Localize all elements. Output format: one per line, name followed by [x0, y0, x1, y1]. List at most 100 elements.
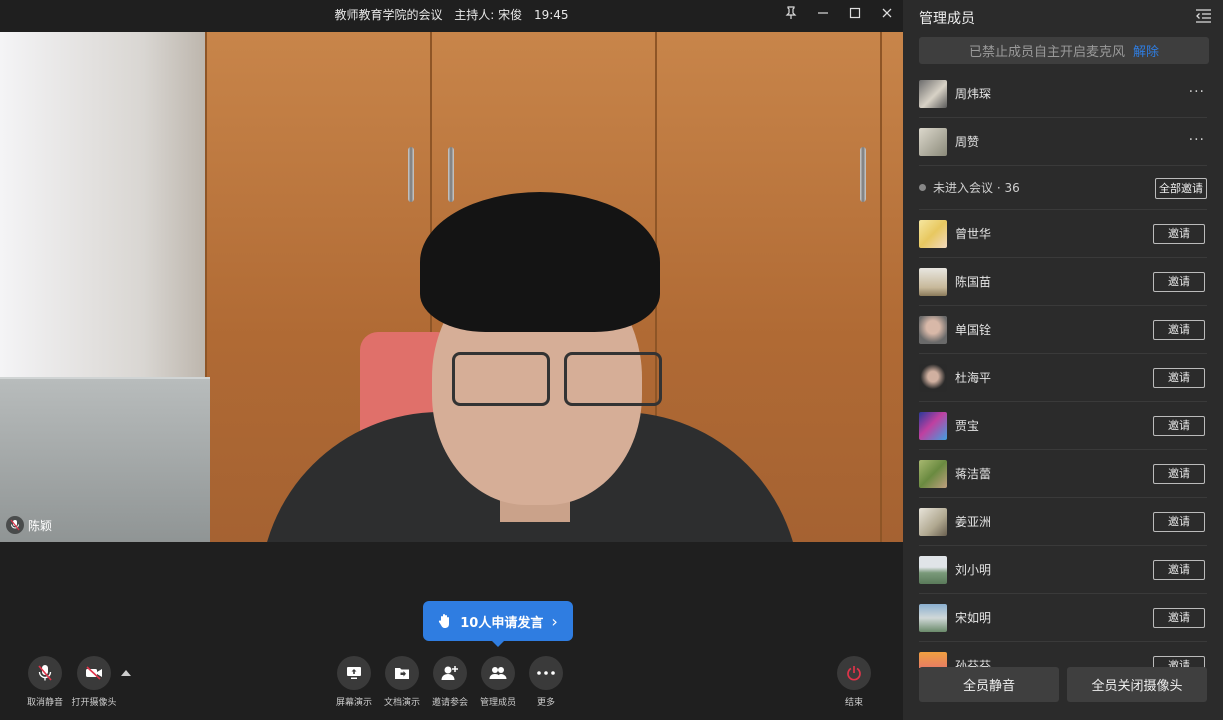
- video-cabinet: [880, 32, 903, 542]
- open-camera-button[interactable]: 打开摄像头: [70, 656, 118, 708]
- invite-member-button[interactable]: 邀请: [1153, 320, 1205, 340]
- more-button[interactable]: 更多: [522, 656, 570, 708]
- unmute-label: 取消静音: [26, 698, 63, 708]
- pending-member-row: 姜亚洲 邀请: [919, 498, 1207, 546]
- title-bar: 教师教育学院的会议 主持人: 宋俊 19:45: [0, 0, 903, 32]
- power-icon: [837, 656, 871, 690]
- close-icon[interactable]: [871, 0, 903, 26]
- more-options-icon[interactable]: ···: [1189, 84, 1205, 100]
- manage-members-label: 管理成员: [479, 698, 516, 708]
- minimize-icon[interactable]: [807, 0, 839, 26]
- member-name: 蒋洁蕾: [955, 467, 992, 481]
- pending-member-row: 陈国苗 邀请: [919, 258, 1207, 306]
- camera-options-caret-icon[interactable]: [121, 670, 131, 676]
- more-dots-icon: [529, 656, 563, 690]
- pending-member-row: 杜海平 邀请: [919, 354, 1207, 402]
- manage-members-button[interactable]: 管理成员: [474, 656, 522, 708]
- invite-member-button[interactable]: 邀请: [1153, 512, 1205, 532]
- member-name: 刘小明: [955, 563, 992, 577]
- member-name: 杜海平: [955, 371, 992, 385]
- avatar: [919, 267, 947, 296]
- avatar: [919, 411, 947, 440]
- avatar: [919, 603, 947, 632]
- member-row[interactable]: 周赞 ···: [919, 118, 1207, 166]
- panel-title: 管理成员: [919, 11, 975, 27]
- mic-restriction-banner: 已禁止成员自主开启麦克风 解除: [919, 37, 1209, 64]
- invite-member-button[interactable]: 邀请: [1153, 224, 1205, 244]
- avatar: [919, 555, 947, 584]
- avatar: [919, 127, 947, 156]
- invite-all-button[interactable]: 全部邀请: [1155, 178, 1207, 199]
- unmute-button[interactable]: 取消静音: [21, 656, 69, 708]
- members-icon: [481, 656, 515, 690]
- meeting-main-area: 教师教育学院的会议 主持人: 宋俊 19:45 陈颖 10人申请发言 › 取消静…: [0, 0, 903, 720]
- maximize-icon[interactable]: [839, 0, 871, 26]
- cabinet-handle: [860, 147, 866, 202]
- members-list: 周炜琛 ··· 周赞 ··· 未进入会议 · 36 全部邀请 曾世华 邀请 陈国…: [919, 70, 1207, 668]
- member-row[interactable]: 周炜琛 ···: [919, 70, 1207, 118]
- invite-member-button[interactable]: 邀请: [1153, 368, 1205, 388]
- doc-share-button[interactable]: 文档演示: [378, 656, 426, 708]
- open-camera-label: 打开摄像头: [71, 698, 117, 708]
- collapse-panel-icon[interactable]: [1195, 8, 1213, 24]
- avatar: [919, 315, 947, 344]
- invite-member-button[interactable]: 邀请: [1153, 272, 1205, 292]
- avatar: [919, 507, 947, 536]
- video-person-glasses: [452, 352, 662, 406]
- not-joined-section: 未进入会议 · 36 全部邀请: [919, 166, 1207, 210]
- invite-button[interactable]: 邀请参会: [426, 656, 474, 708]
- mute-all-button[interactable]: 全员静音: [919, 667, 1059, 702]
- end-meeting-button[interactable]: 结束: [830, 656, 878, 708]
- screen-share-icon: [337, 656, 371, 690]
- members-panel: 管理成员 已禁止成员自主开启麦克风 解除 周炜琛 ··· 周赞 ··· 未进入会…: [903, 0, 1223, 720]
- end-label: 结束: [844, 698, 863, 708]
- unlock-link[interactable]: 解除: [1133, 41, 1159, 60]
- invite-member-button[interactable]: 邀请: [1153, 416, 1205, 436]
- avatar: [919, 363, 947, 392]
- member-name: 周炜琛: [955, 87, 992, 101]
- pending-member-row: 刘小明 邀请: [919, 546, 1207, 594]
- not-joined-label: 未进入会议 · 36: [933, 181, 1020, 195]
- video-person-hair: [420, 192, 660, 332]
- share-screen-button[interactable]: 屏幕演示: [330, 656, 378, 708]
- avatar: [919, 79, 947, 108]
- hand-icon: [439, 614, 450, 628]
- speaker-tag: 陈颖: [6, 514, 52, 536]
- invite-member-button[interactable]: 邀请: [1153, 464, 1205, 484]
- chevron-right-icon: ›: [551, 611, 558, 631]
- member-name: 单国铨: [955, 323, 992, 337]
- raise-hand-requests-button[interactable]: 10人申请发言 ›: [423, 601, 573, 647]
- pending-member-row: 宋如明 邀请: [919, 594, 1207, 642]
- avatar: [919, 651, 947, 668]
- meeting-title: 教师教育学院的会议: [334, 8, 443, 22]
- video-feed: 陈颖: [0, 32, 903, 542]
- doc-share-label: 文档演示: [383, 698, 420, 708]
- mic-muted-icon: [6, 516, 24, 534]
- camera-off-icon: [77, 656, 111, 690]
- more-options-icon[interactable]: ···: [1189, 132, 1205, 148]
- pending-member-row: 孙芬芬 邀请: [919, 642, 1207, 668]
- host-label: 主持人: 宋俊: [454, 8, 523, 22]
- pending-member-row: 蒋洁蕾 邀请: [919, 450, 1207, 498]
- folder-icon: [385, 656, 419, 690]
- speaker-name: 陈颖: [28, 518, 53, 533]
- member-name: 曾世华: [955, 227, 992, 241]
- pending-member-row: 单国铨 邀请: [919, 306, 1207, 354]
- cabinet-handle: [448, 147, 454, 202]
- meeting-clock: 19:45: [533, 8, 569, 22]
- add-person-icon: [433, 656, 467, 690]
- invite-member-button[interactable]: 邀请: [1153, 560, 1205, 580]
- member-name: 贾宝: [955, 419, 980, 433]
- pending-member-row: 曾世华 邀请: [919, 210, 1207, 258]
- close-all-cameras-button[interactable]: 全员关闭摄像头: [1067, 667, 1207, 702]
- avatar: [919, 459, 947, 488]
- member-name: 宋如明: [955, 611, 992, 625]
- banner-text: 已禁止成员自主开启麦克风: [968, 45, 1125, 60]
- raise-hand-label: 10人申请发言: [460, 615, 544, 631]
- cabinet-handle: [408, 147, 414, 202]
- pending-member-row: 贾宝 邀请: [919, 402, 1207, 450]
- status-dot-icon: [919, 184, 926, 191]
- invite-member-button[interactable]: 邀请: [1153, 608, 1205, 628]
- invite-label: 邀请参会: [431, 698, 468, 708]
- pin-icon[interactable]: [775, 0, 807, 26]
